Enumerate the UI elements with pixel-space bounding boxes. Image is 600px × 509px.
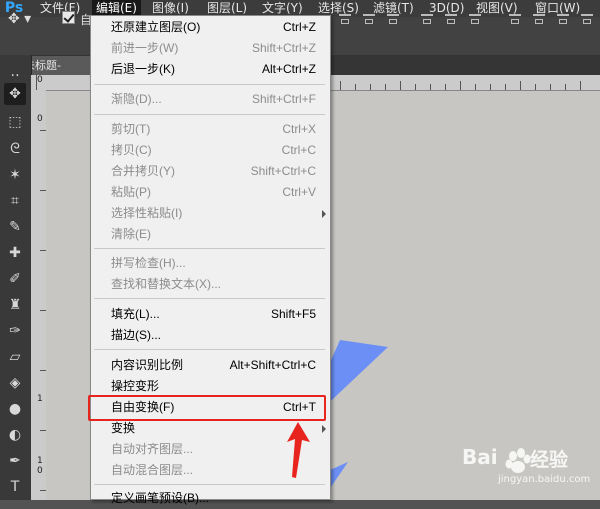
- menu-item-undo[interactable]: 还原建立图层(O) Ctrl+Z: [91, 17, 330, 38]
- menu-item-paste[interactable]: 粘贴(P) Ctrl+V: [91, 182, 330, 203]
- menu-item-define-brush-preset[interactable]: 定义画笔预设(B)...: [91, 488, 330, 509]
- menu-item-step-forward[interactable]: 前进一步(W) Shift+Ctrl+Z: [91, 38, 330, 59]
- menu-separator: [94, 298, 325, 299]
- menu-separator: [94, 84, 325, 85]
- menu-item-puppet-warp[interactable]: 操控变形: [91, 376, 330, 397]
- menu-item-spell-check[interactable]: 拼写检查(H)...: [91, 253, 330, 274]
- menu-separator: [94, 114, 325, 115]
- menu-separator: [94, 484, 325, 485]
- menu-item-find-replace[interactable]: 查找和替换文本(X)...: [91, 274, 330, 295]
- menu-item-copy[interactable]: 拷贝(C) Ctrl+C: [91, 140, 330, 161]
- menu-item-step-backward[interactable]: 后退一步(K) Alt+Ctrl+Z: [91, 59, 330, 80]
- baidu-url-text: jingyan.baidu.com: [498, 474, 591, 485]
- submenu-arrow-icon: [322, 210, 326, 218]
- menu-item-content-aware-scale[interactable]: 内容识别比例 Alt+Shift+Ctrl+C: [91, 355, 330, 376]
- menu-item-stroke[interactable]: 描边(S)...: [91, 325, 330, 346]
- menu-item-fill[interactable]: 填充(L)... Shift+F5: [91, 304, 330, 325]
- menu-item-copy-merged[interactable]: 合并拷贝(Y) Shift+Ctrl+C: [91, 161, 330, 182]
- highlight-box: [88, 395, 326, 421]
- menu-separator: [94, 349, 325, 350]
- menu-item-fade[interactable]: 渐隐(D)... Shift+Ctrl+F: [91, 89, 330, 110]
- menu-item-clear[interactable]: 清除(E): [91, 224, 330, 245]
- baidu-product-text: 经验: [530, 449, 569, 471]
- submenu-arrow-icon: [322, 425, 326, 433]
- menu-separator: [94, 248, 325, 249]
- menu-item-cut[interactable]: 剪切(T) Ctrl+X: [91, 119, 330, 140]
- red-arrow-annotation: [287, 422, 310, 478]
- menu-item-paste-special[interactable]: 选择性粘贴(I): [91, 203, 330, 224]
- baidu-brand-text: Bai: [462, 445, 498, 469]
